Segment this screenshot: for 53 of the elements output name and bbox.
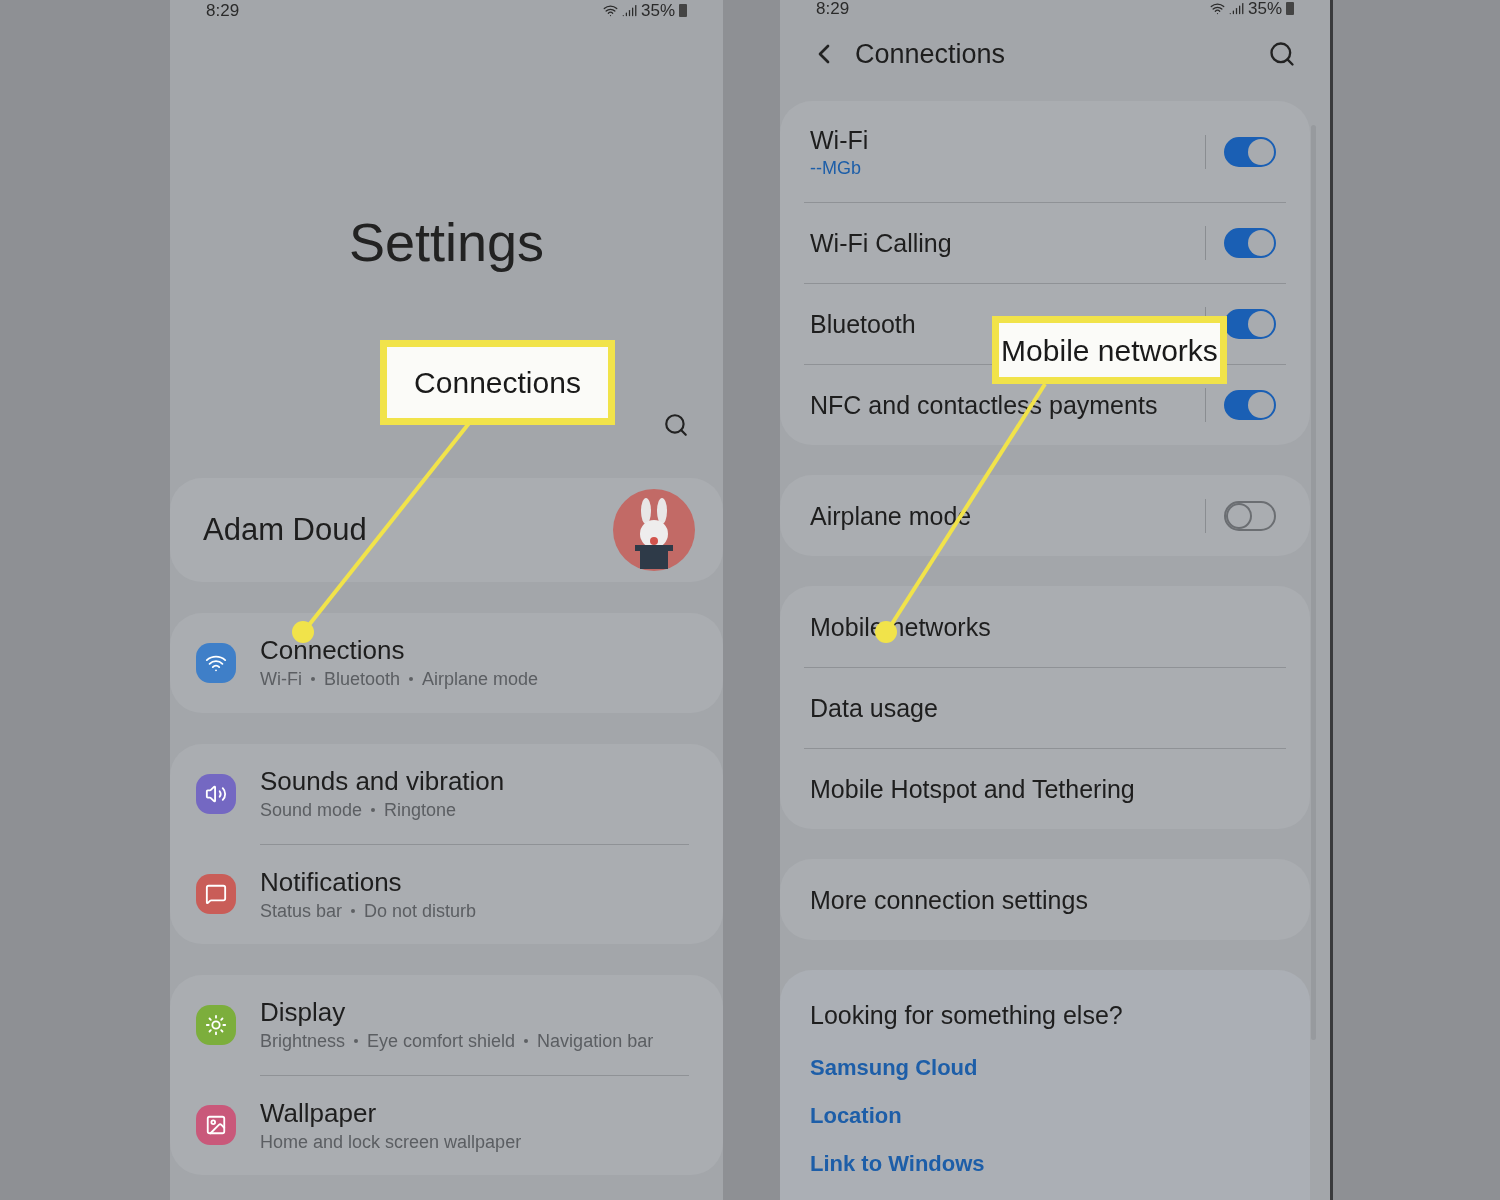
cell-signal-icon bbox=[1228, 1, 1244, 17]
status-time: 8:29 bbox=[206, 1, 240, 19]
page-title: Connections bbox=[855, 37, 1006, 71]
item-subtitle: Brightness bbox=[260, 1030, 346, 1053]
search-icon[interactable] bbox=[1268, 39, 1296, 68]
settings-item[interactable]: Connections Wi-Fi Bluetooth Airplane mode bbox=[260, 634, 539, 692]
battery-level: 35% bbox=[640, 1, 675, 19]
toggle-switch[interactable] bbox=[1224, 228, 1276, 258]
cell-signal-icon bbox=[621, 2, 637, 18]
item-subtitle: Ringtone bbox=[384, 799, 457, 822]
item-title: Display bbox=[260, 996, 347, 1028]
settings-item[interactable]: Wi-Fi --MGb bbox=[804, 123, 869, 180]
settings-item[interactable]: Display Brightness Eye comfort shield Navigation bar bbox=[260, 996, 654, 1054]
callout-label: Connections bbox=[380, 340, 615, 425]
item-subtitle: Status bar bbox=[260, 899, 343, 923]
wifi-signal-icon bbox=[1209, 1, 1225, 17]
item-subtitle: Bluetooth bbox=[324, 668, 401, 691]
item-subtitle: Wi-Fi bbox=[260, 668, 302, 691]
toggle-switch[interactable] bbox=[1224, 390, 1276, 420]
toggle-switch[interactable] bbox=[1224, 309, 1276, 339]
battery-icon bbox=[679, 3, 687, 17]
item-subtitle: Airplane mode bbox=[422, 668, 539, 691]
sun-icon bbox=[196, 1005, 236, 1045]
settings-item[interactable]: Sounds and vibration Sound mode Ringtone bbox=[260, 765, 505, 823]
wifi-icon bbox=[196, 643, 236, 683]
battery-level: 35% bbox=[1247, 0, 1282, 18]
item-subtitle: Eye comfort shield bbox=[367, 1030, 516, 1053]
item-title: Wallpaper bbox=[260, 1096, 378, 1129]
item-title: Connections bbox=[260, 634, 406, 666]
speaker-icon bbox=[196, 774, 236, 814]
suggestions-heading: Looking for something else? bbox=[810, 1000, 1124, 1031]
status-time: 8:29 bbox=[816, 0, 850, 18]
item-title: Sounds and vibration bbox=[260, 765, 505, 797]
toggle-switch[interactable] bbox=[1224, 500, 1276, 531]
avatar-icon bbox=[613, 489, 695, 571]
settings-item[interactable]: Notifications Status bar Do not disturb bbox=[260, 865, 477, 924]
item-subtitle: --MGb bbox=[810, 156, 862, 180]
search-icon[interactable] bbox=[663, 412, 689, 438]
notification-icon bbox=[196, 874, 236, 914]
wifi-signal-icon bbox=[602, 2, 618, 18]
item-subtitle: Sound mode bbox=[260, 799, 363, 822]
item-title: Notifications bbox=[260, 865, 403, 898]
item-subtitle: Home and lock screen wallpaper bbox=[260, 1130, 522, 1154]
profile-card[interactable]: Adam Doud bbox=[170, 478, 723, 582]
profile-name: Adam Doud bbox=[203, 510, 367, 549]
item-title: Wi-Fi bbox=[810, 124, 869, 156]
settings-item[interactable]: Wallpaper Home and lock screen wallpaper bbox=[260, 1096, 522, 1155]
callout-label: Mobile networks bbox=[992, 316, 1227, 384]
item-subtitle: Navigation bar bbox=[537, 1030, 654, 1053]
toggle-switch[interactable] bbox=[1224, 136, 1276, 167]
page-title: Settings bbox=[348, 211, 545, 274]
item-subtitle: Do not disturb bbox=[364, 899, 477, 923]
image-icon bbox=[196, 1105, 236, 1145]
